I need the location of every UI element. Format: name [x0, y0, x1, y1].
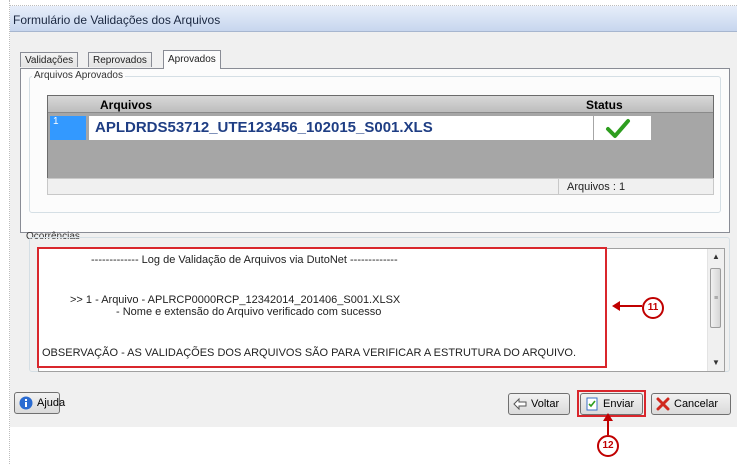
window-titlebar[interactable]: Formulário de Validações dos Arquivos — [10, 6, 737, 32]
log-highlight-box — [37, 247, 607, 368]
callout-number-11: 11 — [642, 297, 664, 319]
cancel-label: Cancelar — [674, 398, 719, 410]
callout-arrow-up-icon — [603, 413, 613, 435]
approved-files-label: Arquivos Aprovados — [32, 70, 125, 81]
back-label: Voltar — [531, 398, 560, 410]
row-number[interactable]: 1 — [50, 116, 86, 140]
cancel-button[interactable]: Cancelar — [651, 393, 731, 415]
tab-reprovados[interactable]: Reprovados — [88, 52, 152, 67]
callout-number-12: 12 — [597, 435, 619, 457]
callout-arrow-left-icon — [612, 301, 642, 311]
back-button[interactable]: Voltar — [508, 393, 570, 415]
help-button[interactable]: Ajuda — [14, 392, 65, 414]
tab-aprovados[interactable]: Aprovados — [163, 50, 221, 69]
green-check-icon — [606, 119, 630, 138]
status-cell[interactable] — [594, 116, 651, 140]
tab-validacoes[interactable]: Validações — [20, 52, 79, 67]
column-header-status[interactable]: Status — [586, 98, 623, 112]
footer-divider — [558, 179, 559, 194]
approved-files-grid: Arquivos Status 1 APLDRDS53712_UTE123456… — [47, 95, 714, 186]
files-count: Arquivos : 1 — [567, 181, 626, 193]
grid-header: Arquivos Status — [48, 96, 713, 113]
scroll-thumb[interactable]: ≡ — [710, 268, 721, 328]
table-row[interactable]: 1 APLDRDS53712_UTE123456_102015_S001.XLS — [48, 114, 713, 142]
column-header-files[interactable]: Arquivos — [100, 98, 152, 112]
grid-footer: Arquivos : 1 — [47, 178, 714, 195]
window-title: Formulário de Validações dos Arquivos — [13, 13, 221, 27]
file-name-cell[interactable]: APLDRDS53712_UTE123456_102015_S001.XLS — [89, 116, 593, 140]
scroll-up-arrow-icon[interactable]: ▲ — [708, 249, 724, 265]
help-label: Ajuda — [37, 397, 66, 409]
grip-icon: ≡ — [714, 295, 719, 302]
info-icon — [19, 396, 33, 410]
scroll-down-arrow-icon[interactable]: ▼ — [708, 355, 724, 371]
log-scrollbar[interactable]: ▲ ≡ ▼ — [707, 249, 724, 371]
back-arrow-icon — [513, 397, 527, 411]
cancel-x-icon — [656, 397, 670, 411]
